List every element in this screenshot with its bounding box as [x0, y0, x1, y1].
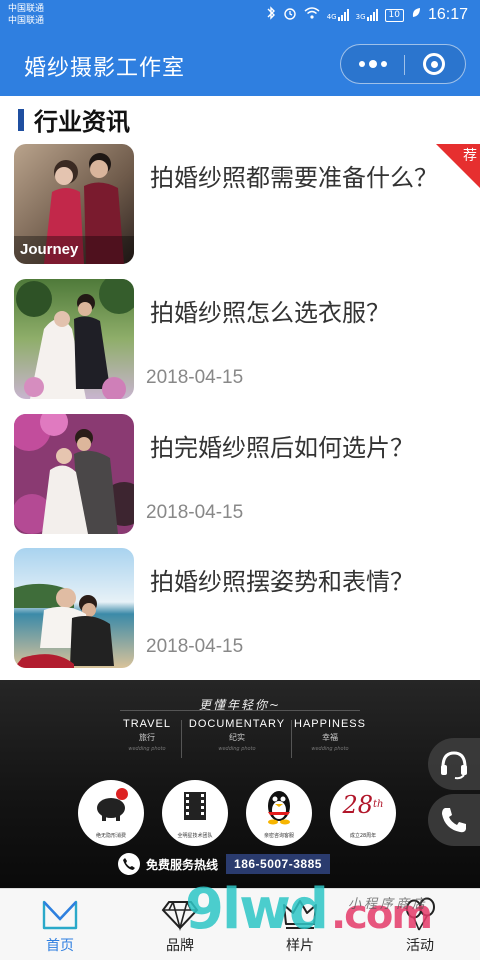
status-bar: 中国联通 中国联通 4G 3G 10 16:17 [0, 0, 480, 32]
clock: 16:17 [427, 6, 468, 23]
section-bar [18, 108, 24, 131]
banner-divider [120, 710, 360, 711]
news-title: 拍婚纱照都需要准备什么？ [150, 164, 438, 192]
news-date: 2018-04-15 [146, 367, 244, 388]
wifi-icon [304, 7, 320, 23]
nav-bar: 婚纱摄影工作室 [0, 32, 480, 96]
category-separator [181, 720, 182, 758]
more-dots-icon[interactable] [341, 45, 404, 83]
carrier-1: 中国联通 [8, 4, 45, 14]
anniversary-suffix: th [373, 799, 384, 810]
mini-program-capsule [340, 44, 466, 84]
anniversary-number: 28 [342, 791, 374, 819]
feature-label: 绝无隐形消费 [95, 833, 126, 839]
qq-penguin-icon [268, 791, 290, 825]
feature-all-star-team: 全明星技术团队 [162, 780, 228, 846]
category-cn: 幸福 [322, 733, 338, 742]
promo-banner[interactable]: 更懂年轻你~ TRAVEL 旅行 wedding photo DOCUMENTA… [0, 680, 480, 888]
news-item[interactable]: 拍婚纱照摆姿势和表情？ 2018-04-15 [0, 548, 480, 676]
bluetooth-icon [266, 6, 276, 24]
film-icon [184, 792, 206, 820]
feature-28th-anniversary: 28th 成立28周年 [330, 780, 396, 846]
feature-label: 全明星技术团队 [177, 833, 213, 839]
thumb-caption: Journey [20, 241, 79, 258]
tab-label: 活动 [406, 938, 434, 954]
service-hotline[interactable]: 免费服务热线 186-5007-3885 [118, 853, 362, 875]
tab-samples[interactable]: 样片 [240, 889, 360, 960]
news-thumbnail: Journey [14, 144, 134, 264]
banner-category-documentary: DOCUMENTARY 纪实 wedding photo [186, 718, 288, 752]
section-header: 行业资讯 [18, 102, 130, 137]
hotline-label: 免费服务热线 [146, 857, 219, 872]
news-item[interactable]: 拍婚纱照怎么选衣服？ 2018-04-15 [0, 279, 480, 407]
system-icons: 4G 3G 10 16:17 [266, 6, 468, 24]
feature-consult-service: 亲密咨询客服 [246, 780, 312, 846]
home-m-icon [42, 900, 78, 930]
section-title: 行业资讯 [34, 108, 130, 136]
category-sub: wedding photo [311, 746, 349, 752]
tab-label: 样片 [286, 938, 314, 954]
news-thumbnail [14, 548, 134, 668]
customer-service-button[interactable] [428, 738, 480, 790]
carrier-2: 中国联通 [8, 16, 45, 26]
crown-icon [283, 900, 317, 929]
news-title: 拍婚纱照怎么选衣服？ [150, 299, 390, 327]
news-thumbnail [14, 279, 134, 399]
feature-no-hidden-fees: 绝无隐形消费 [78, 780, 144, 846]
news-date: 2018-04-15 [146, 636, 244, 657]
news-thumbnail [14, 414, 134, 534]
category-en: HAPPINESS [294, 718, 366, 730]
category-sub: wedding photo [218, 746, 256, 752]
piggy-bank-icon [97, 788, 128, 821]
tab-brand[interactable]: 品牌 [120, 889, 240, 960]
category-sub: wedding photo [128, 746, 166, 752]
alarm-icon [283, 6, 297, 24]
banner-category-travel: TRAVEL 旅行 wedding photo [112, 718, 182, 752]
anniversary-icon: 28th [330, 792, 396, 818]
recommend-badge-label: 荐 [463, 148, 477, 164]
call-button[interactable] [428, 794, 480, 846]
category-en: TRAVEL [123, 718, 171, 730]
news-item[interactable]: 拍完婚纱照后如何选片？ 2018-04-15 [0, 414, 480, 542]
close-circle-icon[interactable] [403, 45, 465, 83]
diamond-icon [161, 901, 199, 931]
category-cn: 纪实 [229, 733, 245, 742]
nav-title: 婚纱摄影工作室 [24, 56, 186, 81]
watermark-signature: 小程序商店 [348, 897, 429, 912]
category-en: DOCUMENTARY [188, 718, 286, 730]
category-separator [291, 720, 292, 758]
news-item[interactable]: Journey 拍婚纱照都需要准备什么？ 荐 [0, 144, 480, 272]
headset-icon [441, 751, 467, 780]
phone-call-icon [442, 808, 466, 833]
tab-label: 首页 [46, 938, 74, 954]
signal-2-icon: 3G [356, 9, 378, 21]
leaf-icon [411, 7, 421, 23]
feature-label: 亲密咨询客服 [263, 833, 294, 839]
phone-icon [118, 853, 140, 875]
news-date: 2018-04-15 [146, 502, 244, 523]
news-title: 拍婚纱照摆姿势和表情？ [150, 568, 414, 596]
news-title: 拍完婚纱照后如何选片？ [150, 434, 414, 462]
hotline-number[interactable]: 186-5007-3885 [226, 854, 330, 874]
battery-icon: 10 [384, 8, 404, 22]
news-list: 行业资讯 Journey 拍婚纱照都需要准备什么？ 荐 拍婚纱照怎么选衣服？ 2… [0, 96, 480, 680]
feature-label: 成立28周年 [349, 833, 377, 839]
tab-label: 品牌 [166, 938, 194, 954]
tab-home[interactable]: 首页 [0, 889, 120, 960]
signal-1-icon: 4G [327, 9, 349, 21]
banner-category-happiness: HAPPINESS 幸福 wedding photo [294, 718, 366, 752]
feature-circles: 绝无隐形消费 全明星技术团队 亲密咨询客服 28th 成立28周年 [78, 780, 398, 850]
category-cn: 旅行 [139, 733, 155, 742]
